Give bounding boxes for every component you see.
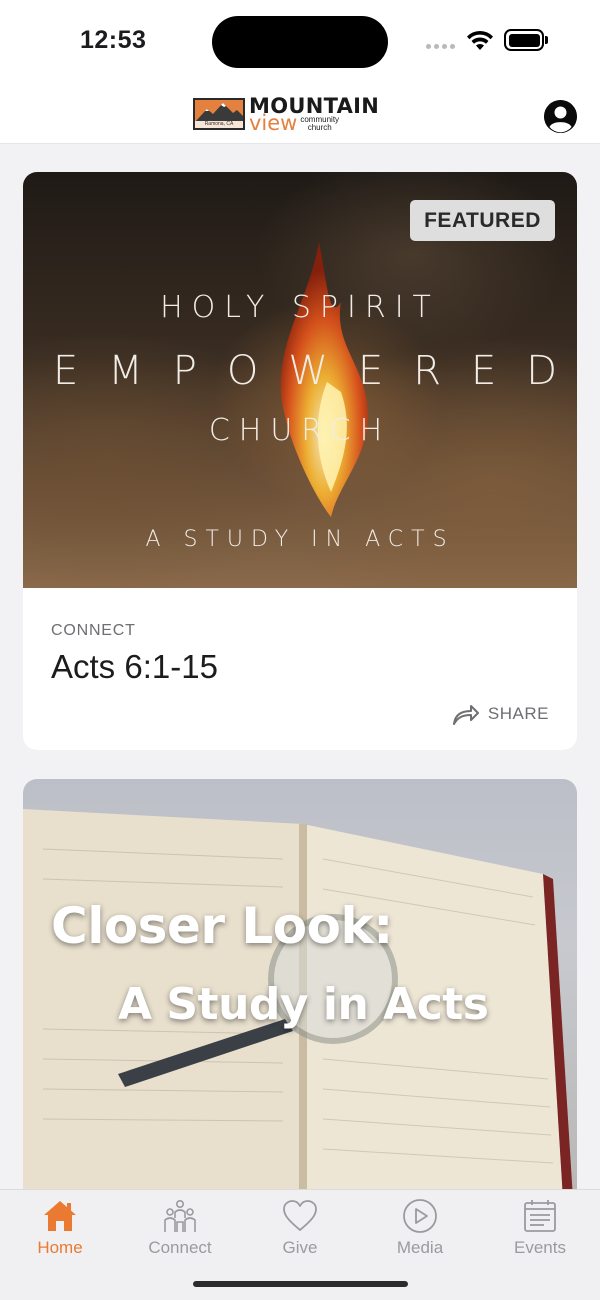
closer-look-card-image: Closer Look: A Study in Acts <box>23 779 577 1199</box>
share-button[interactable]: SHARE <box>452 703 549 725</box>
tab-give-label: Give <box>282 1238 318 1257</box>
closer-look-card[interactable]: Closer Look: A Study in Acts <box>23 779 577 1199</box>
closer-look-title-line-1: Closer Look: <box>51 897 393 955</box>
app-header: Ramona, CA MOUNTAIN view community churc… <box>0 84 600 144</box>
tab-home-label: Home <box>37 1238 83 1257</box>
logo-word-bottom: view <box>249 111 298 135</box>
featured-card-body: CONNECT Acts 6:1-15 SHARE <box>23 588 577 750</box>
wifi-icon <box>467 30 493 50</box>
tab-give[interactable]: Give <box>240 1190 360 1270</box>
tab-media-label: Media <box>396 1238 444 1257</box>
featured-card-image: HOLY SPIRIT EMPOWERED CHURCH A STUDY IN … <box>23 172 577 588</box>
heart-icon <box>283 1200 317 1231</box>
dynamic-island <box>212 16 388 68</box>
battery-icon <box>504 29 548 51</box>
tab-connect-label: Connect <box>148 1238 212 1257</box>
featured-badge: FEATURED <box>410 200 555 241</box>
profile-button[interactable] <box>544 100 577 133</box>
church-logo: Ramona, CA MOUNTAIN view community churc… <box>193 96 409 135</box>
hero-text-line-1: HOLY SPIRIT <box>160 290 440 325</box>
closer-look-title-line-2: A Study in Acts <box>118 979 489 1030</box>
card-title[interactable]: Acts 6:1-15 <box>51 648 218 686</box>
share-label: SHARE <box>487 704 549 723</box>
hero-text-line-3: CHURCH <box>208 413 392 448</box>
home-indicator <box>193 1281 408 1287</box>
status-bar: 12:53 <box>0 0 600 84</box>
tab-connect[interactable]: Connect <box>120 1190 240 1270</box>
hero-text-line-4: A STUDY IN ACTS <box>145 527 455 552</box>
home-icon <box>44 1201 76 1231</box>
people-icon <box>164 1199 196 1232</box>
calendar-icon <box>524 1200 556 1232</box>
tab-events[interactable]: Events <box>480 1190 600 1270</box>
tab-events-label: Events <box>514 1238 566 1257</box>
logo-location: Ramona, CA <box>195 121 243 128</box>
tab-home[interactable]: Home <box>0 1190 120 1270</box>
featured-card[interactable]: HOLY SPIRIT EMPOWERED CHURCH A STUDY IN … <box>23 172 577 750</box>
play-circle-icon <box>403 1199 437 1233</box>
person-circle-icon <box>544 100 577 133</box>
logo-tagline-2: church <box>307 123 332 132</box>
card-category: CONNECT <box>51 622 136 639</box>
tab-media[interactable]: Media <box>360 1190 480 1270</box>
cellular-signal-icon <box>426 44 455 49</box>
mountain-logo-icon: Ramona, CA <box>193 98 245 130</box>
status-time: 12:53 <box>80 26 147 54</box>
share-arrow-icon <box>452 705 479 725</box>
hero-text-line-2: EMPOWERED <box>53 348 577 394</box>
